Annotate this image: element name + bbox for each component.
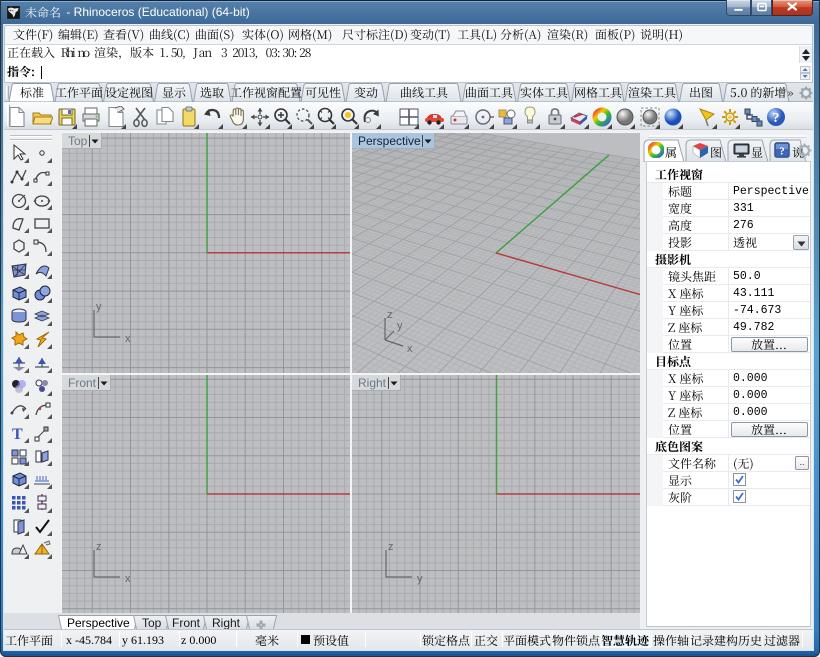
svg-text:z: z: [387, 309, 393, 321]
svg-text:z: z: [96, 541, 102, 553]
svg-text:T: T: [12, 426, 23, 443]
svg-text:?: ?: [779, 146, 785, 158]
svg-text:z: z: [388, 541, 394, 553]
svg-text:?: ?: [773, 111, 780, 126]
svg-text:x: x: [407, 343, 413, 355]
svg-text:y: y: [96, 301, 102, 313]
svg-text:y: y: [397, 320, 403, 332]
svg-text:x: x: [125, 333, 131, 345]
svg-text:x: x: [125, 573, 131, 585]
svg-text:y: y: [417, 573, 423, 585]
